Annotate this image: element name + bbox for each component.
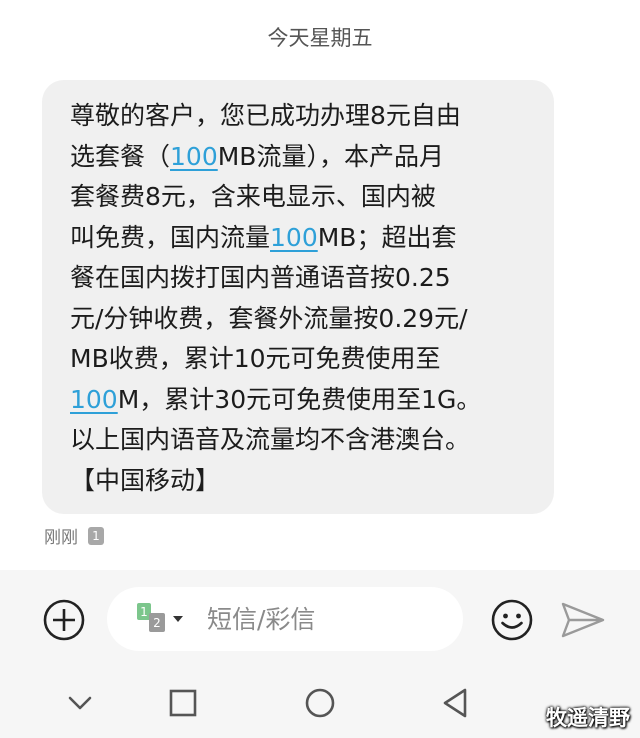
message-line: MB收费，累计10元可免费使用至: [70, 339, 534, 380]
message-line: 元/分钟收费，套餐外流量按0.29元/: [70, 299, 534, 340]
message-link[interactable]: 100: [270, 223, 318, 252]
message-line: 以上国内语音及流量均不含港澳台。: [70, 420, 534, 461]
message-text: 套餐费8元，含来电显示、国内被: [70, 182, 436, 211]
message-text: 叫免费，国内流量: [70, 222, 271, 252]
nav-hide-keyboard-button[interactable]: [61, 684, 99, 722]
composer-bar: 1 2: [0, 570, 640, 668]
message-link[interactable]: 100: [170, 142, 218, 171]
message-bubble[interactable]: 尊敬的客户，您已成功办理8元自由 选套餐（100MB流量），本产品月 套餐费8元，含…: [42, 80, 554, 514]
emoji-button[interactable]: [490, 598, 534, 642]
sim-secondary-label: 2: [153, 616, 161, 630]
message-input-container: 1 2: [107, 587, 463, 651]
message-link[interactable]: 100: [70, 385, 118, 414]
message-line: 套餐费8元，含来电显示、国内被: [70, 177, 534, 218]
send-button[interactable]: [560, 600, 606, 640]
message-time: 刚刚: [44, 528, 78, 548]
watermark-text: 牧遥清野: [546, 706, 630, 730]
message-text: 尊敬的客户，您已成功办理8元自由: [70, 101, 461, 130]
nav-back-button[interactable]: [436, 684, 474, 722]
message-text: MB；超出套: [317, 222, 457, 252]
system-navigation-bar: [0, 668, 640, 738]
message-text: 以上国内语音及流量均不含港澳台。: [70, 425, 471, 454]
chevron-down-icon: [173, 616, 183, 622]
message-meta: 刚刚 1: [44, 523, 104, 548]
message-line: 【中国移动】: [70, 461, 534, 502]
sim-primary-label: 1: [140, 605, 148, 619]
message-text: M，累计30元可免费使用至1G。: [117, 384, 482, 414]
message-text: 选套餐（: [70, 141, 171, 171]
sim-card-badge: 1: [88, 526, 104, 545]
date-header: 今天星期五: [267, 26, 373, 50]
nav-recents-button[interactable]: [164, 684, 202, 722]
message-text: 元/分钟收费，套餐外流量按0.29元/: [70, 303, 468, 333]
message-text: 餐在国内拨打国内普通语音按0.25: [70, 263, 451, 292]
message-text: 【中国移动】: [70, 465, 221, 495]
message-line: 选套餐（100MB流量），本产品月: [70, 137, 534, 178]
message-line: 餐在国内拨打国内普通语音按0.25: [70, 258, 534, 299]
add-attachment-button[interactable]: [42, 598, 86, 642]
message-input[interactable]: [207, 587, 447, 651]
message-line: 叫免费，国内流量100MB；超出套: [70, 218, 534, 259]
message-line: 100M，累计30元可免费使用至1G。: [70, 380, 534, 421]
message-text: MB流量），本产品月: [217, 141, 444, 171]
message-text: MB收费，累计10元可免费使用至: [70, 344, 441, 373]
message-line: 尊敬的客户，您已成功办理8元自由: [70, 96, 534, 137]
sim-select-button[interactable]: 1 2: [135, 603, 197, 635]
nav-home-button[interactable]: [301, 684, 339, 722]
